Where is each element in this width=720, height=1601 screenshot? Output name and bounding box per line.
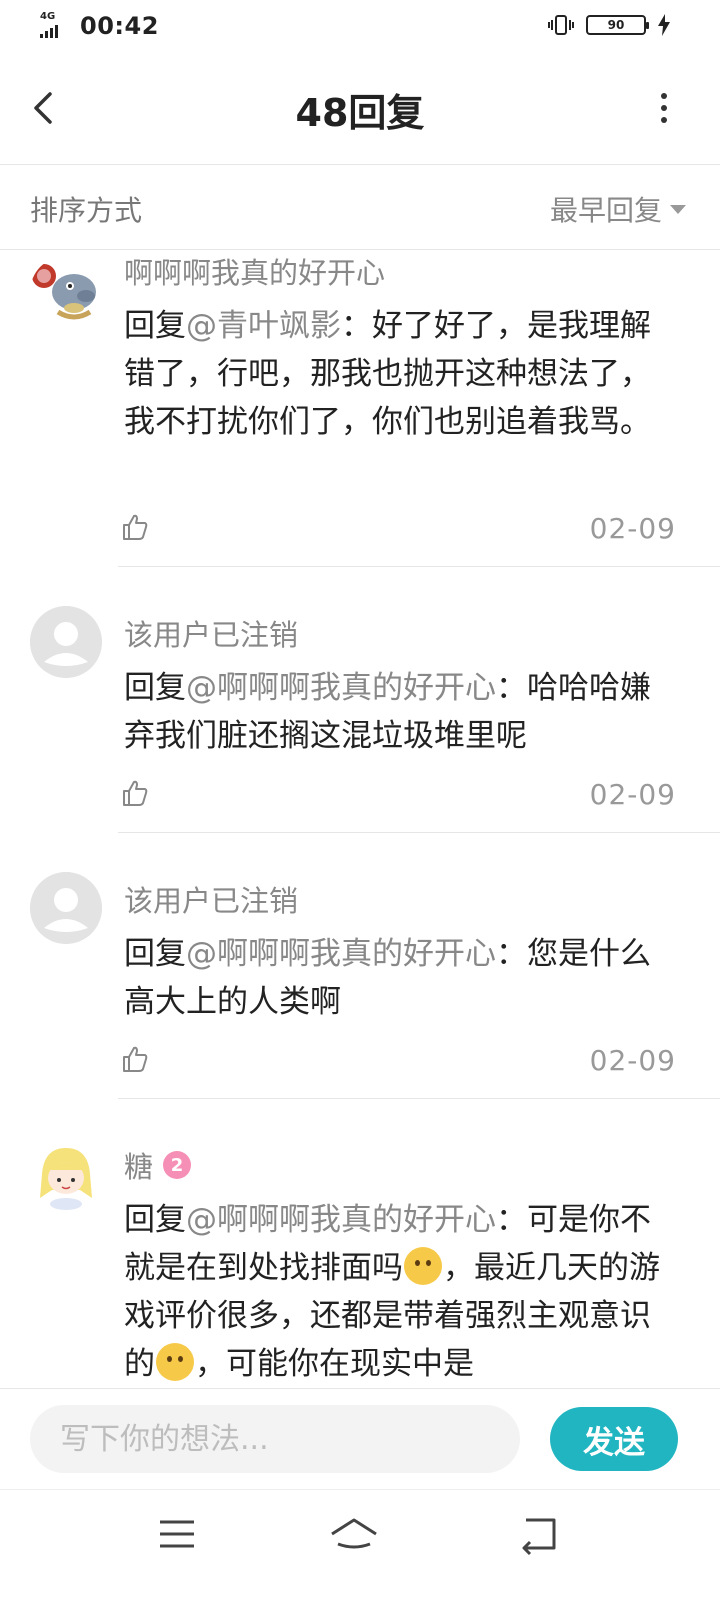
username[interactable]: 啊啊啊我真的好开心	[124, 250, 385, 292]
avatar-image	[30, 256, 102, 328]
menu-icon	[160, 1520, 194, 1548]
reply-item: 该用户已注销 回复@啊啊啊我真的好开心：哈哈哈嫌弃我们脏还搁这混垃圾堆里呢 02…	[0, 568, 720, 834]
divider	[118, 832, 720, 833]
reply-date: 02-09	[589, 512, 676, 545]
username[interactable]: 该用户已注销	[124, 878, 298, 920]
reply-item: 该用户已注销 回复@啊啊啊我真的好开心：您是什么高大上的人类啊 02-09	[0, 834, 720, 1100]
caret-down-icon	[670, 204, 686, 214]
sort-value: 最早回复	[549, 194, 662, 227]
avatar-image	[30, 1140, 102, 1212]
reply-date: 02-09	[589, 1044, 676, 1077]
raised-eyebrow-emoji-icon	[156, 1343, 194, 1381]
like-button[interactable]	[120, 778, 150, 808]
like-button[interactable]	[120, 512, 150, 542]
avatar[interactable]	[30, 256, 102, 328]
avatar[interactable]	[30, 606, 102, 678]
comment-input-bar: 发送	[0, 1388, 720, 1489]
battery-icon: 90	[586, 15, 649, 35]
thumbs-up-icon	[123, 780, 148, 806]
mention-link[interactable]: @啊啊啊我真的好开心	[186, 670, 496, 706]
reply-list[interactable]: 啊啊啊我真的好开心 回复@青叶飒影：好了好了，是我理解错了，行吧，那我也抛开这种…	[0, 250, 720, 1388]
reply-item: 糖 2 回复@啊啊啊我真的好开心：可是你不就是在到处找排面吗 ，最近几天的游戏评价…	[0, 1100, 720, 1388]
avatar[interactable]	[30, 872, 102, 944]
send-button[interactable]: 发送	[550, 1407, 678, 1471]
reply-item: 啊啊啊我真的好开心 回复@青叶飒影：好了好了，是我理解错了，行吧，那我也抛开这种…	[0, 250, 720, 568]
reply-content: 回复@啊啊啊我真的好开心：您是什么高大上的人类啊	[124, 936, 651, 1020]
status-time: 00:42	[80, 12, 159, 40]
nav-back-button[interactable]	[518, 1514, 578, 1558]
sort-dropdown[interactable]: 最早回复	[550, 189, 686, 229]
thinking-face-emoji-icon	[404, 1247, 442, 1285]
status-right: 90	[548, 14, 670, 36]
system-nav-bar	[0, 1489, 720, 1601]
reply-content: 回复@啊啊啊我真的好开心：可是你不就是在到处找排面吗 ，最近几天的游戏评价很多，还…	[124, 1202, 660, 1382]
divider	[118, 566, 720, 567]
status-bar: 4G 00:42 90	[0, 0, 720, 56]
comment-input[interactable]	[30, 1405, 520, 1473]
divider	[118, 1098, 720, 1099]
mention-link[interactable]: @啊啊啊我真的好开心	[186, 936, 496, 972]
reply-content: 回复@啊啊啊我真的好开心：哈哈哈嫌弃我们脏还搁这混垃圾堆里呢	[124, 670, 651, 754]
status-left: 4G 00:42	[40, 12, 159, 40]
network-type: 4G	[40, 11, 56, 22]
return-icon	[522, 1518, 556, 1556]
sort-label: 排序方式	[30, 194, 143, 227]
header: 48回复	[0, 56, 720, 165]
avatar[interactable]	[30, 1140, 102, 1212]
sort-bar: 排序方式 最早回复	[0, 165, 720, 250]
username[interactable]: 该用户已注销	[124, 612, 298, 654]
mention-link[interactable]: @青叶飒影	[186, 308, 341, 344]
default-user-icon	[30, 606, 102, 678]
default-user-icon	[30, 872, 102, 944]
vibrate-icon	[548, 15, 574, 35]
reply-date: 02-09	[589, 778, 676, 811]
reply-content: 回复@青叶飒影：好了好了，是我理解错了，行吧，那我也抛开这种想法了，我不打扰你们…	[124, 308, 651, 440]
thumbs-up-icon	[123, 514, 148, 540]
page-title: 48回复	[295, 91, 425, 135]
signal-icon: 4G	[40, 12, 74, 40]
more-options-button[interactable]	[652, 86, 676, 130]
battery-level: 90	[607, 18, 625, 32]
like-button[interactable]	[120, 1044, 150, 1074]
mention-link[interactable]: @啊啊啊我真的好开心	[186, 1202, 496, 1238]
nav-home-button[interactable]	[330, 1514, 390, 1558]
username[interactable]: 糖 2	[124, 1144, 192, 1186]
more-vertical-icon	[661, 93, 667, 123]
home-icon	[331, 1518, 377, 1549]
level-badge: 2	[163, 1151, 192, 1179]
charging-icon	[658, 14, 670, 36]
nav-menu-button[interactable]	[160, 1514, 220, 1558]
thumbs-up-icon	[123, 1046, 148, 1072]
